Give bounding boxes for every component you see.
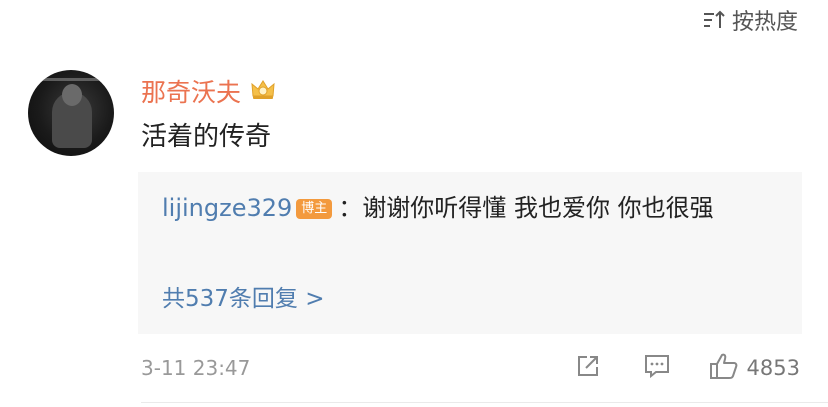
comment-username[interactable]: 那奇沃夫 [141, 76, 277, 110]
sort-label: 按热度 [731, 10, 798, 35]
author-badge: 博主 [296, 199, 333, 219]
sort-by-hot-button[interactable]: 按热度 [702, 4, 798, 36]
avatar[interactable] [28, 70, 114, 156]
share-icon [575, 353, 601, 384]
reply-username[interactable]: lijingze329 [162, 194, 292, 222]
comment-button[interactable] [643, 353, 671, 384]
comment-icon [643, 353, 671, 384]
thumbs-up-icon [709, 352, 739, 385]
reply-content: lijingze329 博主 ：谢谢你听得懂 我也爱你 你也很强 [162, 186, 762, 230]
reply-box[interactable]: lijingze329 博主 ：谢谢你听得懂 我也爱你 你也很强 共537条回复 > [138, 172, 802, 334]
comment-text: 活着的传奇 [141, 122, 272, 152]
comment-date: 3-11 23:47 [141, 356, 251, 380]
reply-text: 谢谢你听得懂 我也爱你 你也很强 [362, 194, 714, 222]
like-button[interactable]: 4853 [709, 352, 800, 385]
share-button[interactable] [575, 353, 601, 384]
reply-separator: ： [338, 194, 363, 222]
username-label: 那奇沃夫 [141, 78, 242, 107]
like-count: 4853 [746, 356, 800, 380]
comment-footer: 3-11 23:47 4853 [141, 350, 800, 386]
divider [141, 402, 828, 403]
crown-badge-icon [249, 76, 277, 110]
sort-icon [702, 9, 726, 31]
view-all-replies-link[interactable]: 共537条回复 > [162, 282, 324, 316]
